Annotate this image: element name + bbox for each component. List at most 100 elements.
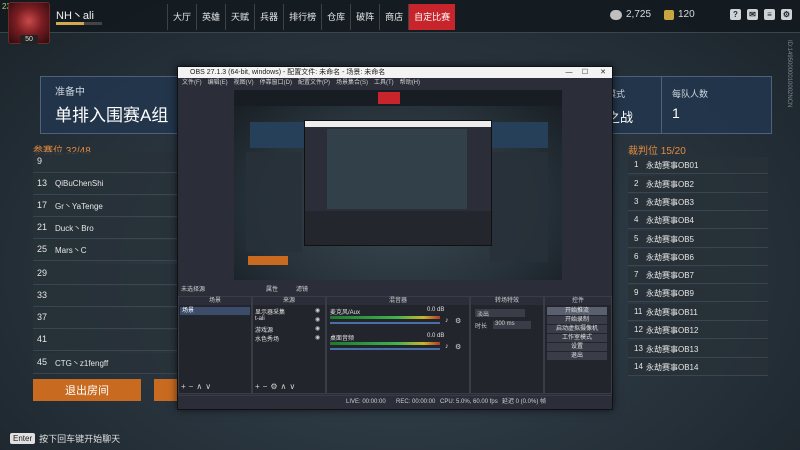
duration-input[interactable]: 300 ms [493,321,531,329]
transition-select[interactable]: 淡出 [475,309,525,318]
obs-menubar: 文件(F) 编辑(E) 视图(V) 停靠窗口(D) 配置文件(P) 场景集合(S… [178,78,612,88]
virtual-camera-button[interactable]: 启动虚拟摄像机 [547,325,607,333]
minimize-icon[interactable]: — [562,67,576,78]
nav-weapons[interactable]: 兵器 [254,4,283,30]
list-item[interactable]: 13 QiBuChenShi [33,174,183,195]
start-streaming-button[interactable]: 开始推流 [547,307,607,315]
studio-mode-button[interactable]: 工作室模式 [547,334,607,342]
filters-button[interactable]: 滤镜 [296,284,308,293]
list-item[interactable]: 33 [33,286,183,307]
gear-icon[interactable]: ⚙ [455,343,461,351]
nav-custom-match[interactable]: 自定比赛 [408,4,456,30]
menu-file[interactable]: 文件(F) [182,78,202,88]
list-item[interactable]: 41 [33,330,183,351]
list-item[interactable]: 29 [33,264,183,285]
eye-icon[interactable]: ◉ [315,307,320,314]
sources-dock-title: 来源 [253,297,325,305]
source-item[interactable]: 水色秀场 ◉ [255,334,320,343]
currency-gold[interactable]: 2,725 [610,9,651,20]
eye-icon[interactable]: ◉ [315,325,320,332]
volume-slider[interactable] [330,322,440,324]
list-item[interactable]: 3 永劫赛事OB3 [628,194,768,211]
help-icon[interactable]: ? [730,9,741,20]
menu-docks[interactable]: 停靠窗口(D) [260,78,292,88]
list-item[interactable]: 11 永劫赛事OB11 [628,304,768,321]
maximize-icon[interactable]: ☐ [578,67,592,78]
list-item[interactable]: 12 永劫赛事OB12 [628,322,768,339]
list-item[interactable]: 9 永劫赛事OB9 [628,285,768,302]
settings-button[interactable]: 设置 [547,343,607,351]
mail-icon[interactable]: ✉ [747,9,758,20]
scenes-dock: 场景 场景 +−∧∨ [178,296,252,394]
settings-icon[interactable]: ⚙ [781,9,792,20]
system-icons: ? ✉ ≡ ⚙ [730,9,792,20]
nav-heroes[interactable]: 英雄 [196,4,225,30]
speaker-icon[interactable]: ♪ [445,343,449,350]
source-item[interactable]: 显示器采集 ◉ [255,307,320,316]
nav-leaderboard[interactable]: 排行榜 [283,4,321,30]
nav-warehouse[interactable]: 仓库 [321,4,350,30]
avatar[interactable]: 50 [8,2,50,44]
nav-pozhen[interactable]: 破阵 [350,4,379,30]
slot-number: 14 [634,362,643,371]
menu-view[interactable]: 视图(V) [234,78,254,88]
nav-shop[interactable]: 商店 [379,4,408,30]
menu-scene-collection[interactable]: 场景集合(S) [336,78,368,88]
obs-preview[interactable] [234,90,562,280]
list-item[interactable]: 5 永劫赛事OB5 [628,231,768,248]
referee-name: 永劫赛事OB01 [646,161,699,170]
list-item[interactable]: 1 永劫赛事OB01 [628,157,768,174]
list-item[interactable]: 21 Duck丶Bro [33,218,183,239]
slot-number: 45 [37,357,48,367]
scene-item[interactable]: 场景 [180,307,250,315]
currency-gem[interactable]: 120 [664,9,695,20]
list-item[interactable]: 4 永劫赛事OB4 [628,212,768,229]
list-item[interactable]: 7 永劫赛事OB7 [628,267,768,284]
menu-profile[interactable]: 配置文件(P) [298,78,330,88]
menu-tools[interactable]: 工具(T) [374,78,394,88]
slot-number: 11 [634,307,643,316]
eye-icon[interactable]: ◉ [315,316,320,323]
sources-dock-controls[interactable]: +−⚙∧∨ [255,382,298,391]
properties-button[interactable]: 属性 [266,284,278,293]
slot-number: 12 [634,325,643,334]
side-id: ID:14950000010002NCN [786,40,792,108]
list-item[interactable]: 13 永劫赛事OB13 [628,341,768,358]
referee-name: 永劫赛事OB5 [646,235,695,244]
close-icon[interactable]: ✕ [596,67,610,78]
source-name: t-ali [255,316,265,322]
nav-talent[interactable]: 天赋 [225,4,254,30]
referee-name: 永劫赛事OB13 [646,345,699,354]
mixer-channel-db: 0.0 dB [427,333,445,339]
list-item[interactable]: 45 CTG丶z1fengff [33,353,183,374]
eye-icon[interactable]: ◉ [315,334,320,341]
leave-room-button[interactable]: 退出房间 [33,379,141,401]
obs-titlebar[interactable]: OBS 27.1.3 (64-bit, windows) - 配置文件: 未命名… [178,67,612,78]
transitions-dock-title: 转场特效 [471,297,543,305]
volume-slider[interactable] [330,348,440,350]
exit-button[interactable]: 退出 [547,352,607,360]
live-time: LIVE: 00:00:00 [346,399,386,405]
list-item[interactable]: 25 Mars丶C [33,240,183,261]
player-name: CTG丶z1fengff [55,359,109,368]
list-icon[interactable]: ≡ [764,9,775,20]
scenes-dock-controls[interactable]: +−∧∨ [181,382,214,391]
menu-help[interactable]: 帮助(H) [400,78,420,88]
avatar-level: 50 [20,35,38,44]
nav-lobby[interactable]: 大厅 [167,4,196,30]
source-item[interactable]: 游戏源 ◉ [255,325,320,334]
enter-key-badge: Enter [10,433,36,444]
list-item[interactable]: 37 [33,308,183,329]
list-item[interactable]: 9 [33,152,183,173]
list-item[interactable]: 2 永劫赛事OB2 [628,176,768,193]
referee-name: 永劫赛事OB12 [646,326,699,335]
list-item[interactable]: 6 永劫赛事OB6 [628,249,768,266]
speaker-icon[interactable]: ♪ [445,317,449,324]
team-size-label: 每队人数 [672,89,709,99]
list-item[interactable]: 17 Gr丶YaTenge [33,196,183,217]
menu-edit[interactable]: 编辑(E) [208,78,228,88]
list-item[interactable]: 14 永劫赛事OB14 [628,359,768,376]
gear-icon[interactable]: ⚙ [455,317,461,325]
start-recording-button[interactable]: 开始录制 [547,316,607,324]
source-item[interactable]: t-ali ◉ [255,316,320,323]
